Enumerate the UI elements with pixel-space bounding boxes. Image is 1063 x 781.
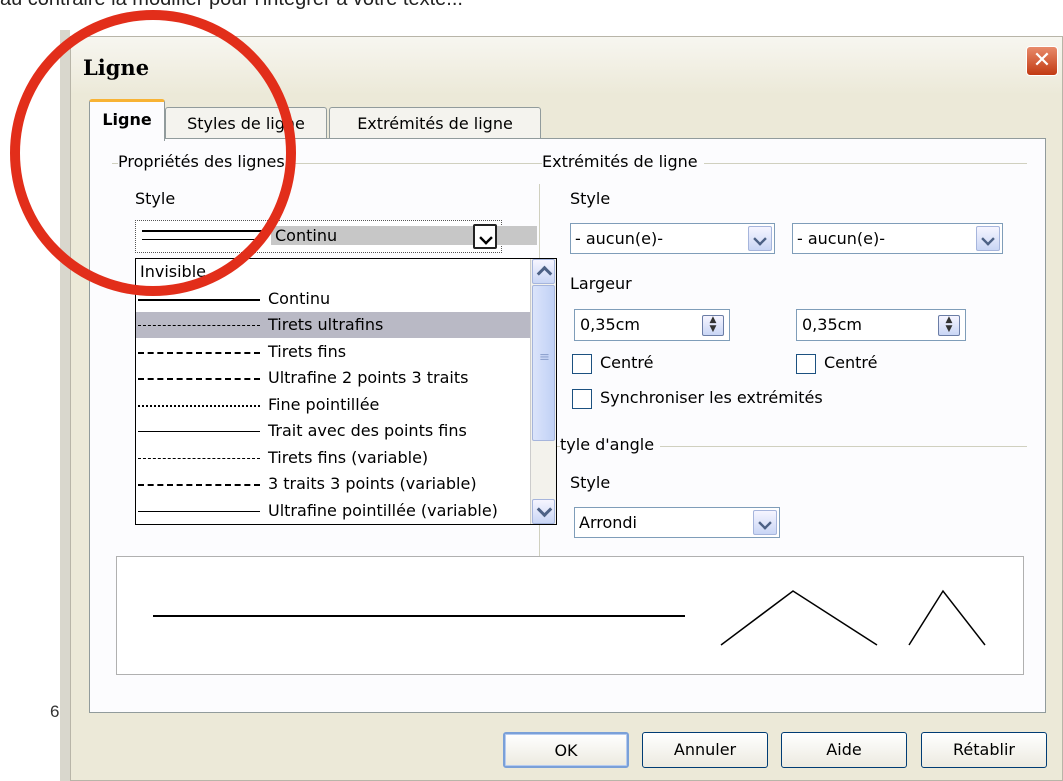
line-sample-icon [138,484,260,486]
help-button[interactable]: Aide [781,732,907,768]
start-end-style-select[interactable]: - aucun(e)- [570,223,775,254]
chevron-down-icon[interactable] [753,510,777,535]
background-text-fragment: 6 [50,702,60,721]
tab-ligne[interactable]: Ligne [89,99,165,141]
line-properties-group-title: Propriétés des lignes [118,152,291,171]
list-scrollbar[interactable] [530,259,556,524]
end-width-spinner[interactable]: 0,35cm ▲ ▼ [796,309,966,341]
line-style-option-label: 3 traits 3 points (variable) [268,474,477,493]
start-width-spinner[interactable]: 0,35cm ▲ ▼ [574,309,730,341]
line-style-option-label: Ultrafine pointillée (variable) [268,500,498,520]
scroll-down-icon[interactable] [532,499,555,524]
line-style-option-label: Tirets fins (variable) [268,447,429,467]
line-ends-width-label: Largeur [570,274,632,293]
chevron-down-icon[interactable] [976,226,1000,251]
line-style-option[interactable]: Ultrafine pointillée (variable) [136,498,530,524]
title-bar[interactable]: Ligne ✕ [71,37,1062,95]
preview-drawing [153,589,986,646]
corner-style-label: Style [570,473,611,492]
preview-wide-corner [720,590,878,646]
preview-area [116,556,1024,675]
line-style-option-label: Ultrafine 2 points 3 traits [268,368,469,387]
ok-button[interactable]: OK [503,732,629,768]
line-sample-icon [138,325,260,326]
reset-button[interactable]: Rétablir [921,732,1047,768]
document-caption: au contraire la modifier pour l'intégrer… [0,0,463,11]
sync-ends-checkbox[interactable] [572,389,592,409]
line-sample-icon [138,404,260,407]
start-centered-checkbox[interactable] [572,354,592,374]
scroll-up-icon[interactable] [532,259,555,284]
line-ends-group-title: Extrémités de ligne [542,152,704,171]
start-end-style-value: - aucun(e)- [575,229,663,248]
dialog-title: Ligne [83,55,150,80]
line-style-select[interactable]: Continu [135,220,538,253]
line-sample-icon [138,378,260,380]
line-style-option-label: Tirets fins [268,341,347,361]
end-centered-label[interactable]: Centré [824,353,878,372]
line-style-option-label: Continu [268,288,331,308]
tab-styles-de-ligne[interactable]: Styles de ligne [165,107,327,140]
spinner-arrows-icon[interactable]: ▲ ▼ [938,315,960,336]
background-document-edge [60,30,70,781]
line-style-label: Style [135,189,176,208]
line-style-option[interactable]: Fine pointillée [136,392,530,418]
line-ends-style-label: Style [570,189,611,208]
preview-sharp-corner [908,589,986,646]
line-sample-icon [138,298,260,301]
tab-extremites-de-ligne[interactable]: Extrémités de ligne [329,107,541,140]
line-style-option-label: Invisible [140,262,206,281]
cancel-button[interactable]: Annuler [642,732,768,768]
end-width-value: 0,35cm [802,315,863,334]
chevron-down-icon[interactable] [748,226,772,251]
corner-style-group-title: tyle d'angle [560,435,661,454]
spinner-arrows-icon[interactable]: ▲ ▼ [702,315,724,336]
start-width-value: 0,35cm [580,315,641,334]
line-style-option-label: Fine pointillée [268,394,380,414]
line-style-option[interactable]: Tirets fins [136,339,530,365]
line-style-option[interactable]: 3 traits 3 points (variable) [136,471,530,497]
line-style-option-label: Trait avec des points fins [268,421,467,440]
finish-end-style-select[interactable]: - aucun(e)- [792,223,1003,254]
line-style-sample [142,230,266,240]
end-centered-checkbox[interactable] [796,354,816,374]
line-style-option[interactable]: Invisible [136,259,530,285]
chevron-down-icon[interactable] [473,224,497,249]
scroll-thumb[interactable] [532,285,555,441]
line-style-option-label: Tirets ultrafins [268,315,384,334]
close-icon: ✕ [1032,48,1052,73]
corner-style-select[interactable]: Arrondi [574,507,780,538]
line-style-option[interactable]: Ultrafine 2 points 3 traits [136,365,530,391]
corner-style-value: Arrondi [579,513,637,532]
finish-end-style-value: - aucun(e)- [797,229,885,248]
close-button[interactable]: ✕ [1026,46,1058,76]
line-sample-icon [138,431,260,432]
line-sample-icon [138,510,260,512]
line-style-option[interactable]: Tirets fins (variable) [136,445,530,471]
line-sample-icon [138,457,260,459]
line-style-value: Continu [271,226,538,245]
line-style-dropdown-list[interactable]: Invisible Continu Tirets ultrafins Tirets f… [135,258,557,525]
start-centered-label[interactable]: Centré [600,353,654,372]
line-style-option[interactable]: Trait avec des points fins [136,418,530,444]
line-sample-icon [138,351,260,354]
tab-strip: Ligne Styles de ligne Extrémités de lign… [89,99,989,141]
line-style-option[interactable]: Tirets ultrafins [136,312,530,338]
sync-ends-label[interactable]: Synchroniser les extrémités [600,388,823,407]
line-style-option[interactable]: Continu [136,286,530,312]
